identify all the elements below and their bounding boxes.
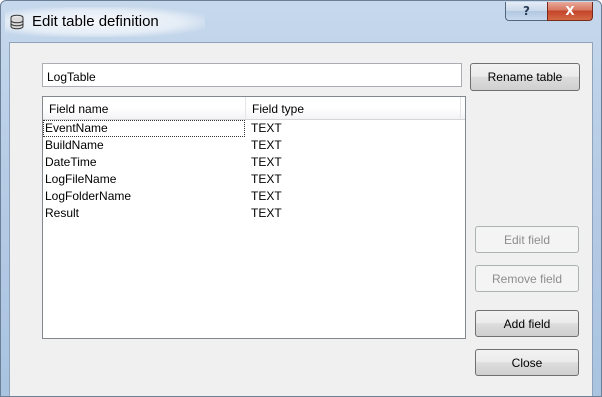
table-name-input[interactable] <box>42 63 462 87</box>
list-item[interactable]: LogFileName TEXT <box>43 171 465 188</box>
fields-list[interactable]: Field name Field type EventName TEXT Bui… <box>42 96 466 339</box>
field-type-cell: TEXT <box>251 121 282 135</box>
list-item[interactable]: LogFolderName TEXT <box>43 188 465 205</box>
field-type-cell: TEXT <box>251 155 282 169</box>
list-item[interactable]: BuildName TEXT <box>43 137 465 154</box>
dialog-client-area: Rename table Field name Field type Event… <box>9 42 593 396</box>
field-type-cell: TEXT <box>251 138 282 152</box>
field-type-cell: TEXT <box>251 206 282 220</box>
database-icon <box>9 14 25 30</box>
edit-field-button[interactable]: Edit field <box>475 226 579 253</box>
fields-list-rows: EventName TEXT BuildName TEXT DateTime T… <box>43 120 465 222</box>
add-field-button[interactable]: Add field <box>475 310 579 337</box>
dialog-window: Edit table definition ? X Rename table F… <box>0 0 602 397</box>
close-button[interactable]: Close <box>475 349 579 376</box>
column-header-field-name[interactable]: Field name <box>43 97 246 119</box>
remove-field-button[interactable]: Remove field <box>475 265 579 292</box>
field-type-cell: TEXT <box>251 189 282 203</box>
list-item[interactable]: Result TEXT <box>43 205 465 222</box>
field-name-cell: LogFolderName <box>45 189 132 203</box>
list-item[interactable]: EventName TEXT <box>43 120 465 137</box>
help-button[interactable]: ? <box>505 2 547 21</box>
close-window-button[interactable]: X <box>547 2 593 21</box>
field-name-cell: BuildName <box>45 138 104 152</box>
field-name-cell: Result <box>45 206 80 220</box>
rename-table-button[interactable]: Rename table <box>470 63 580 91</box>
field-name-cell: DateTime <box>45 155 97 169</box>
list-item[interactable]: DateTime TEXT <box>43 154 465 171</box>
column-header-field-type[interactable]: Field type <box>246 97 461 119</box>
caption-buttons: ? X <box>505 2 593 22</box>
field-name-cell: EventName <box>43 120 245 137</box>
question-mark-icon: ? <box>523 4 530 18</box>
fields-list-header: Field name Field type <box>43 97 465 120</box>
window-title: Edit table definition <box>32 13 159 30</box>
field-type-cell: TEXT <box>251 172 282 186</box>
close-icon: X <box>565 4 575 18</box>
title-bar[interactable]: Edit table definition ? X <box>1 1 601 41</box>
field-name-cell: LogFileName <box>45 172 117 186</box>
